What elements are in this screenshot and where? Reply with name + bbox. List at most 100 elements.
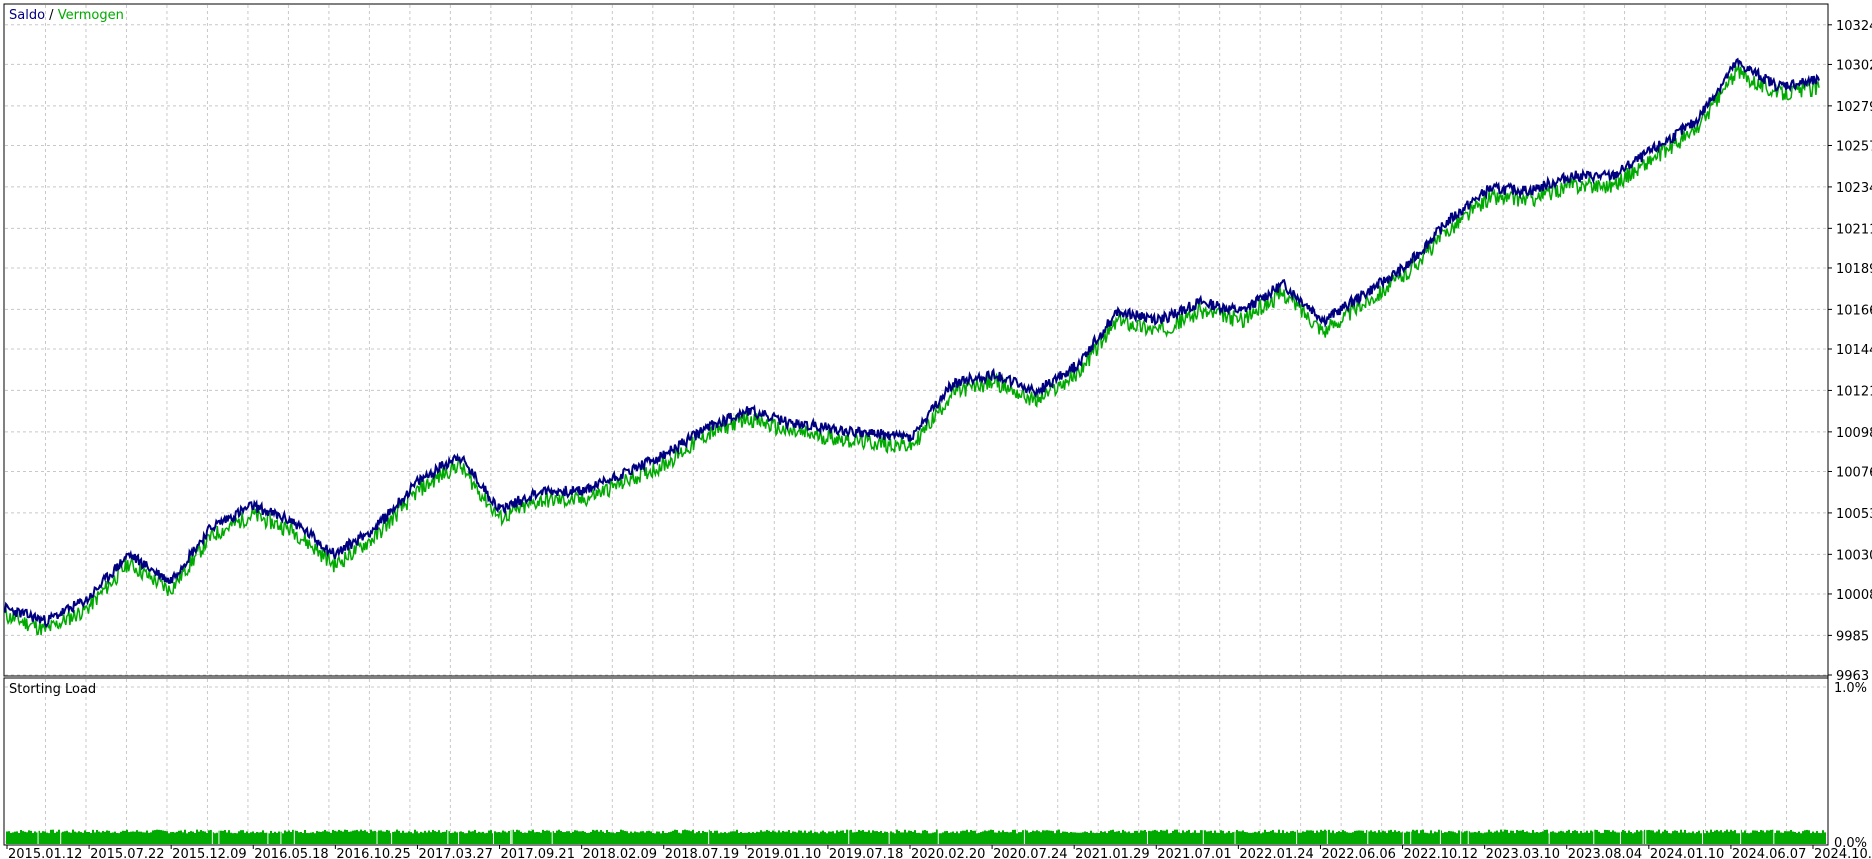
y-tick-label: 10008 — [1836, 588, 1872, 603]
load-bar — [940, 833, 942, 844]
y-tick-label: 10121 — [1836, 384, 1872, 399]
load-bar — [1464, 831, 1466, 844]
load-bar — [1226, 832, 1228, 844]
load-bar — [1064, 831, 1066, 844]
load-bar — [1356, 830, 1358, 844]
load-bar — [1076, 832, 1078, 844]
load-bar — [288, 830, 290, 844]
load-bar — [1698, 830, 1700, 844]
load-bar — [462, 832, 464, 844]
load-bar — [1158, 831, 1160, 844]
load-bar — [1020, 832, 1022, 844]
load-bar — [1018, 832, 1020, 844]
load-bar — [538, 832, 540, 844]
y-tick-label: 10098 — [1836, 426, 1872, 441]
load-bar — [468, 830, 470, 844]
load-bar — [628, 833, 630, 844]
load-bar — [1532, 830, 1534, 844]
load-bar — [1776, 830, 1778, 844]
load-bar — [20, 830, 22, 844]
load-bar — [1518, 830, 1520, 844]
load-bar — [1738, 833, 1740, 844]
load-bar — [1494, 831, 1496, 844]
load-bar — [626, 831, 628, 844]
load-bar — [1204, 830, 1206, 844]
load-bar — [152, 830, 154, 844]
load-bar — [1036, 830, 1038, 844]
load-bar — [992, 829, 994, 844]
load-bar — [1584, 832, 1586, 844]
load-bar — [702, 830, 704, 844]
load-bar — [1822, 830, 1824, 844]
load-bar — [348, 831, 350, 844]
load-gap — [1460, 827, 1462, 844]
load-bar — [372, 831, 374, 844]
load-bar — [456, 832, 458, 844]
load-bar — [1794, 831, 1796, 844]
load-bar — [1466, 830, 1468, 844]
load-bar — [1244, 832, 1246, 844]
y-tick-label: 10166 — [1836, 303, 1872, 318]
load-bar — [1066, 831, 1068, 844]
load-bar — [530, 831, 532, 844]
load-bar — [262, 830, 264, 844]
load-bar — [64, 831, 66, 844]
load-bar — [1360, 830, 1362, 844]
load-bar — [1552, 831, 1554, 844]
load-bar — [392, 831, 394, 844]
load-bar — [614, 833, 616, 844]
load-bar — [1710, 829, 1712, 844]
load-bar — [1022, 830, 1024, 844]
load-bar — [16, 831, 18, 844]
load-bar — [98, 831, 100, 844]
load-bar — [890, 831, 892, 844]
load-bar — [1476, 832, 1478, 844]
load-bar — [1142, 830, 1144, 844]
load-bar — [976, 833, 978, 844]
y-tick-label: 10257 — [1836, 139, 1872, 154]
load-bar — [1656, 831, 1658, 844]
load-bar — [214, 833, 216, 844]
load-bar — [1510, 830, 1512, 844]
load-bar — [496, 832, 498, 844]
load-bar — [474, 829, 476, 844]
load-bar — [382, 831, 384, 844]
load-bar — [560, 831, 562, 844]
load-bar — [198, 831, 200, 844]
y-tick-label: 10076 — [1836, 465, 1872, 480]
load-bar — [810, 830, 812, 844]
load-bar — [1492, 832, 1494, 844]
load-bar — [836, 830, 838, 844]
load-bar — [1128, 831, 1130, 844]
load-bar — [6, 831, 8, 844]
load-bar — [1198, 832, 1200, 844]
load-bar — [884, 831, 886, 844]
load-bar — [1016, 833, 1018, 844]
load-bar — [1520, 830, 1522, 844]
load-bar — [1474, 831, 1476, 844]
load-bar — [1432, 833, 1434, 844]
load-bar — [698, 831, 700, 844]
load-bar — [1362, 830, 1364, 844]
load-bar — [1346, 832, 1348, 844]
load-bar — [130, 831, 132, 844]
load-bar — [1324, 829, 1326, 844]
load-bar — [1598, 831, 1600, 844]
x-tick-label: 2022.01.24 — [1239, 847, 1313, 859]
load-bar — [1574, 830, 1576, 844]
load-bar — [1694, 833, 1696, 844]
load-bar — [1270, 830, 1272, 844]
load-bar — [1168, 833, 1170, 844]
load-bar — [1126, 832, 1128, 844]
load-bar — [854, 832, 856, 844]
load-bar — [980, 832, 982, 844]
load-bar — [1088, 832, 1090, 844]
load-bar — [142, 832, 144, 844]
load-bar — [402, 830, 404, 844]
load-bar — [1330, 832, 1332, 844]
load-bar — [654, 833, 656, 844]
load-bar — [200, 830, 202, 844]
load-bar — [644, 832, 646, 844]
load-bar — [360, 829, 362, 844]
load-bar — [734, 831, 736, 844]
